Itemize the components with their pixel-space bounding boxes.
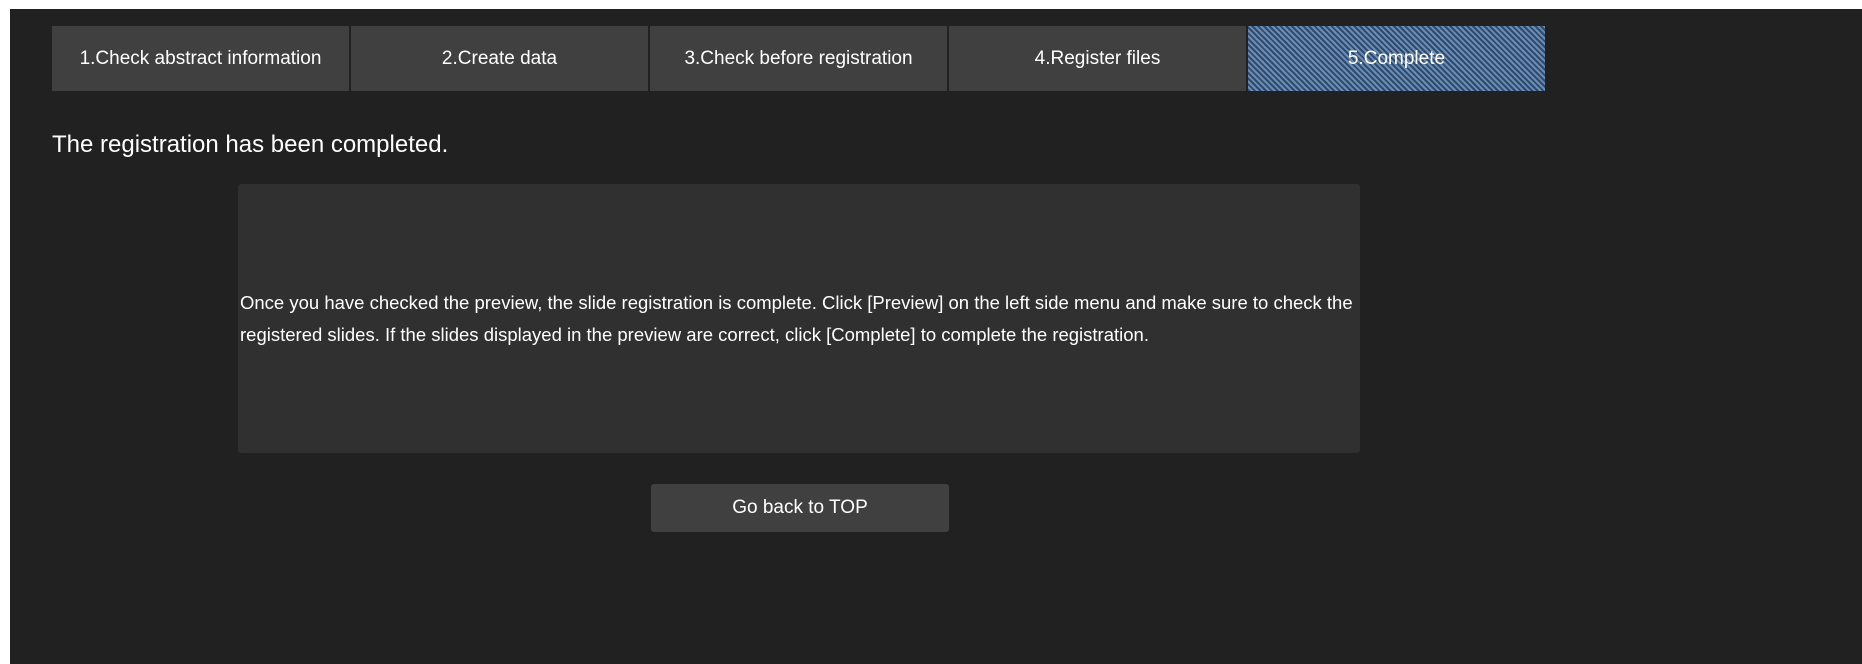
step-check-before-registration: 3.Check before registration	[650, 26, 947, 91]
step-create-data: 2.Create data	[351, 26, 648, 91]
step-label: 2.Create data	[441, 47, 558, 69]
progress-steps: 1.Check abstract information 2.Create da…	[52, 26, 1545, 91]
step-check-abstract-information: 1.Check abstract information	[52, 26, 349, 91]
step-label: 4.Register files	[1034, 47, 1161, 69]
completion-message-box: Once you have checked the preview, the s…	[238, 184, 1360, 453]
go-back-to-top-button[interactable]: Go back to TOP	[651, 484, 949, 532]
step-label: 3.Check before registration	[684, 47, 913, 69]
registration-complete-panel: 1.Check abstract information 2.Create da…	[10, 9, 1862, 664]
step-label: 1.Check abstract information	[79, 47, 322, 69]
page-title: The registration has been completed.	[52, 131, 449, 158]
completion-message: Once you have checked the preview, the s…	[240, 291, 1353, 345]
step-complete-current: 5.Complete	[1248, 26, 1545, 91]
step-register-files: 4.Register files	[949, 26, 1246, 91]
step-label: 5.Complete	[1347, 47, 1446, 69]
